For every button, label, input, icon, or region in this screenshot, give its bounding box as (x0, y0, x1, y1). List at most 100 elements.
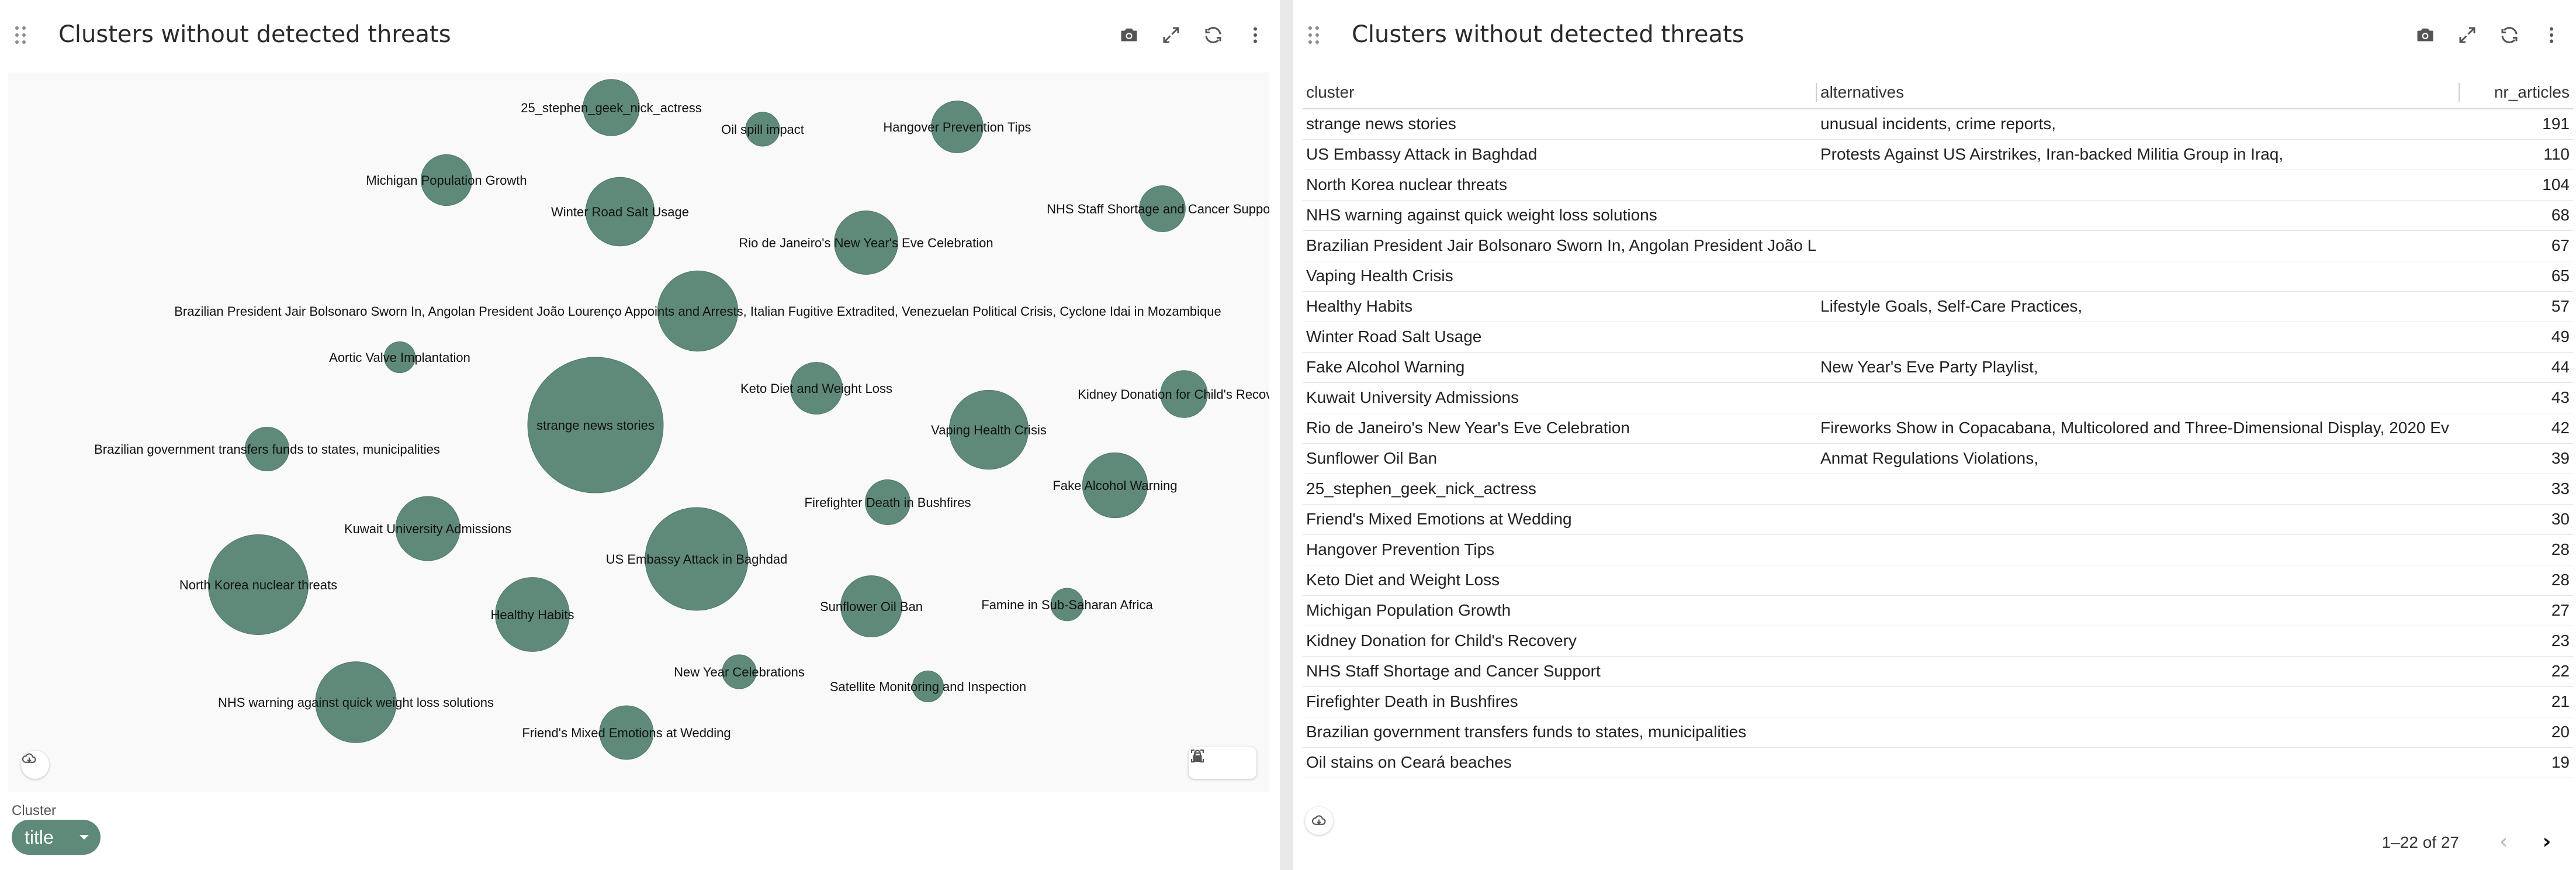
cell-cluster: Brazilian government transfers funds to … (1303, 717, 1817, 748)
column-header-cluster[interactable]: cluster (1303, 76, 1817, 109)
table-row[interactable]: Keto Diet and Weight Loss 28 (1303, 565, 2573, 596)
table-row[interactable]: NHS warning against quick weight loss so… (1303, 200, 2573, 231)
download-icon[interactable] (1305, 807, 1333, 835)
cell-cluster: Friend's Mixed Emotions at Wedding (1303, 504, 1817, 535)
chevron-left-icon[interactable]: ‹ (2492, 829, 2515, 855)
bubble-label: Healthy Habits (490, 607, 574, 622)
table: cluster alternatives nr_articles strange… (1303, 76, 2573, 778)
drag-handle-icon[interactable] (15, 26, 30, 45)
table-row[interactable]: Fake Alcohol Warning New Year's Eve Party… (1303, 352, 2573, 383)
table-row[interactable]: Michigan Population Growth 27 (1303, 595, 2573, 626)
panel-toolbar (2412, 21, 2564, 49)
cell-nr-articles: 110 (2460, 139, 2573, 170)
bubble-label: Keto Diet and Weight Loss (740, 381, 892, 396)
table-row[interactable]: Firefighter Death in Bushfires 21 (1303, 686, 2573, 717)
cell-nr-articles: 20 (2460, 717, 2573, 748)
bubble-label: Famine in Sub-Saharan Africa (981, 598, 1153, 612)
cell-cluster: Rio de Janeiro's New Year's Eve Celebrat… (1303, 413, 1817, 444)
table-row[interactable]: NHS Staff Shortage and Cancer Support 22 (1303, 656, 2573, 687)
panel-header: Clusters without detected threats (0, 0, 1280, 70)
chevron-right-icon[interactable]: › (2535, 829, 2558, 855)
panel-toolbar (1116, 21, 1268, 49)
cluster-select[interactable]: title (12, 820, 101, 855)
cell-cluster: Brazilian President Jair Bolsonaro Sworn… (1303, 230, 1817, 261)
bubble-chart-panel: Clusters without detected threats 25_ste… (0, 0, 1280, 870)
cell-alternatives (1817, 261, 2460, 292)
more-vertical-icon[interactable] (2539, 22, 2564, 48)
unlock-icon[interactable] (1189, 747, 1206, 765)
cell-cluster: Hangover Prevention Tips (1303, 534, 1817, 565)
column-header-alternatives[interactable]: alternatives (1817, 76, 2460, 109)
bubble-label: 25_stephen_geek_nick_actress (521, 101, 701, 115)
cell-cluster: strange news stories (1303, 109, 1817, 140)
chevron-down-icon (79, 835, 89, 840)
table-row[interactable]: 25_stephen_geek_nick_actress 33 (1303, 474, 2573, 505)
table-row[interactable]: Hangover Prevention Tips 28 (1303, 534, 2573, 565)
table-row[interactable]: Brazilian government transfers funds to … (1303, 717, 2573, 748)
bubble-label: US Embassy Attack in Baghdad (606, 552, 788, 567)
panel-title: Clusters without detected threats (58, 21, 451, 48)
bubble-chart[interactable]: 25_stephen_geek_nick_actress Oil spill im… (8, 72, 1269, 792)
cell-nr-articles: 191 (2460, 109, 2573, 140)
bubble-label: Vaping Health Crisis (931, 423, 1047, 437)
table-row[interactable]: Brazilian President Jair Bolsonaro Sworn… (1303, 230, 2573, 261)
cell-cluster: NHS warning against quick weight loss so… (1303, 200, 1817, 231)
expand-icon[interactable] (1158, 22, 1184, 48)
table-row[interactable]: Healthy Habits Lifestyle Goals, Self-Care… (1303, 291, 2573, 322)
table-row[interactable]: Sunflower Oil Ban Anmat Regulations Viola… (1303, 443, 2573, 474)
dashboard: Clusters without detected threats 25_ste… (0, 0, 2576, 870)
cell-cluster: 25_stephen_geek_nick_actress (1303, 474, 1817, 505)
table-row[interactable]: US Embassy Attack in Baghdad Protests Aga… (1303, 139, 2573, 170)
bubble-label: Winter Road Salt Usage (551, 205, 689, 219)
cell-nr-articles: 57 (2460, 291, 2573, 322)
table-row[interactable]: Friend's Mixed Emotions at Wedding 30 (1303, 504, 2573, 535)
cell-nr-articles: 28 (2460, 565, 2573, 596)
table-row[interactable]: strange news stories unusual incidents, c… (1303, 109, 2573, 140)
table-row[interactable]: Winter Road Salt Usage 49 (1303, 322, 2573, 353)
cell-alternatives (1817, 656, 2460, 687)
cell-alternatives (1817, 717, 2460, 748)
cell-nr-articles: 42 (2460, 413, 2573, 444)
camera-icon[interactable] (2412, 22, 2438, 48)
bubble-label: Friend's Mixed Emotions at Wedding (522, 726, 730, 740)
cell-cluster: Healthy Habits (1303, 291, 1817, 322)
cell-nr-articles: 44 (2460, 352, 2573, 383)
table-body: strange news stories unusual incidents, c… (1303, 109, 2573, 778)
cell-alternatives (1817, 595, 2460, 626)
cell-alternatives (1817, 170, 2460, 201)
bubble-label: Sunflower Oil Ban (820, 599, 923, 614)
bubble-label: New Year Celebrations (674, 665, 805, 679)
cell-alternatives (1817, 565, 2460, 596)
cell-cluster: North Korea nuclear threats (1303, 170, 1817, 201)
table-row[interactable]: Vaping Health Crisis 65 (1303, 261, 2573, 292)
cell-cluster: Fake Alcohol Warning (1303, 352, 1817, 383)
table-row[interactable]: Kidney Donation for Child's Recovery 23 (1303, 626, 2573, 657)
bubble-label: Oil spill impact (721, 122, 804, 137)
expand-icon[interactable] (2454, 22, 2480, 48)
cell-nr-articles: 68 (2460, 200, 2573, 231)
table-panel: Clusters without detected threats cluste… (1293, 0, 2576, 870)
cell-nr-articles: 23 (2460, 626, 2573, 657)
more-vertical-icon[interactable] (1242, 22, 1268, 48)
table-row[interactable]: Rio de Janeiro's New Year's Eve Celebrat… (1303, 413, 2573, 444)
drag-handle-icon[interactable] (1308, 26, 1324, 45)
refresh-icon[interactable] (2497, 22, 2522, 48)
cell-cluster: Kidney Donation for Child's Recovery (1303, 626, 1817, 657)
camera-icon[interactable] (1116, 22, 1142, 48)
column-header-nr-articles[interactable]: nr_articles (2460, 76, 2573, 109)
cell-alternatives (1817, 230, 2460, 261)
bubble-label: Satellite Monitoring and Inspection (830, 679, 1026, 694)
table-row[interactable]: North Korea nuclear threats 104 (1303, 170, 2573, 201)
table-row[interactable]: Oil stains on Ceará beaches 19 (1303, 747, 2573, 778)
cell-nr-articles: 67 (2460, 230, 2573, 261)
cell-cluster: Kuwait University Admissions (1303, 382, 1817, 413)
cell-nr-articles: 39 (2460, 443, 2573, 474)
cell-alternatives: New Year's Eve Party Playlist, (1817, 352, 2460, 383)
table-row[interactable]: Kuwait University Admissions 43 (1303, 382, 2573, 413)
download-icon[interactable] (21, 751, 49, 779)
cell-alternatives (1817, 626, 2460, 657)
cell-cluster: US Embassy Attack in Baghdad (1303, 139, 1817, 170)
cell-alternatives: Anmat Regulations Violations, (1817, 443, 2460, 474)
cell-nr-articles: 19 (2460, 747, 2573, 778)
refresh-icon[interactable] (1200, 22, 1226, 48)
